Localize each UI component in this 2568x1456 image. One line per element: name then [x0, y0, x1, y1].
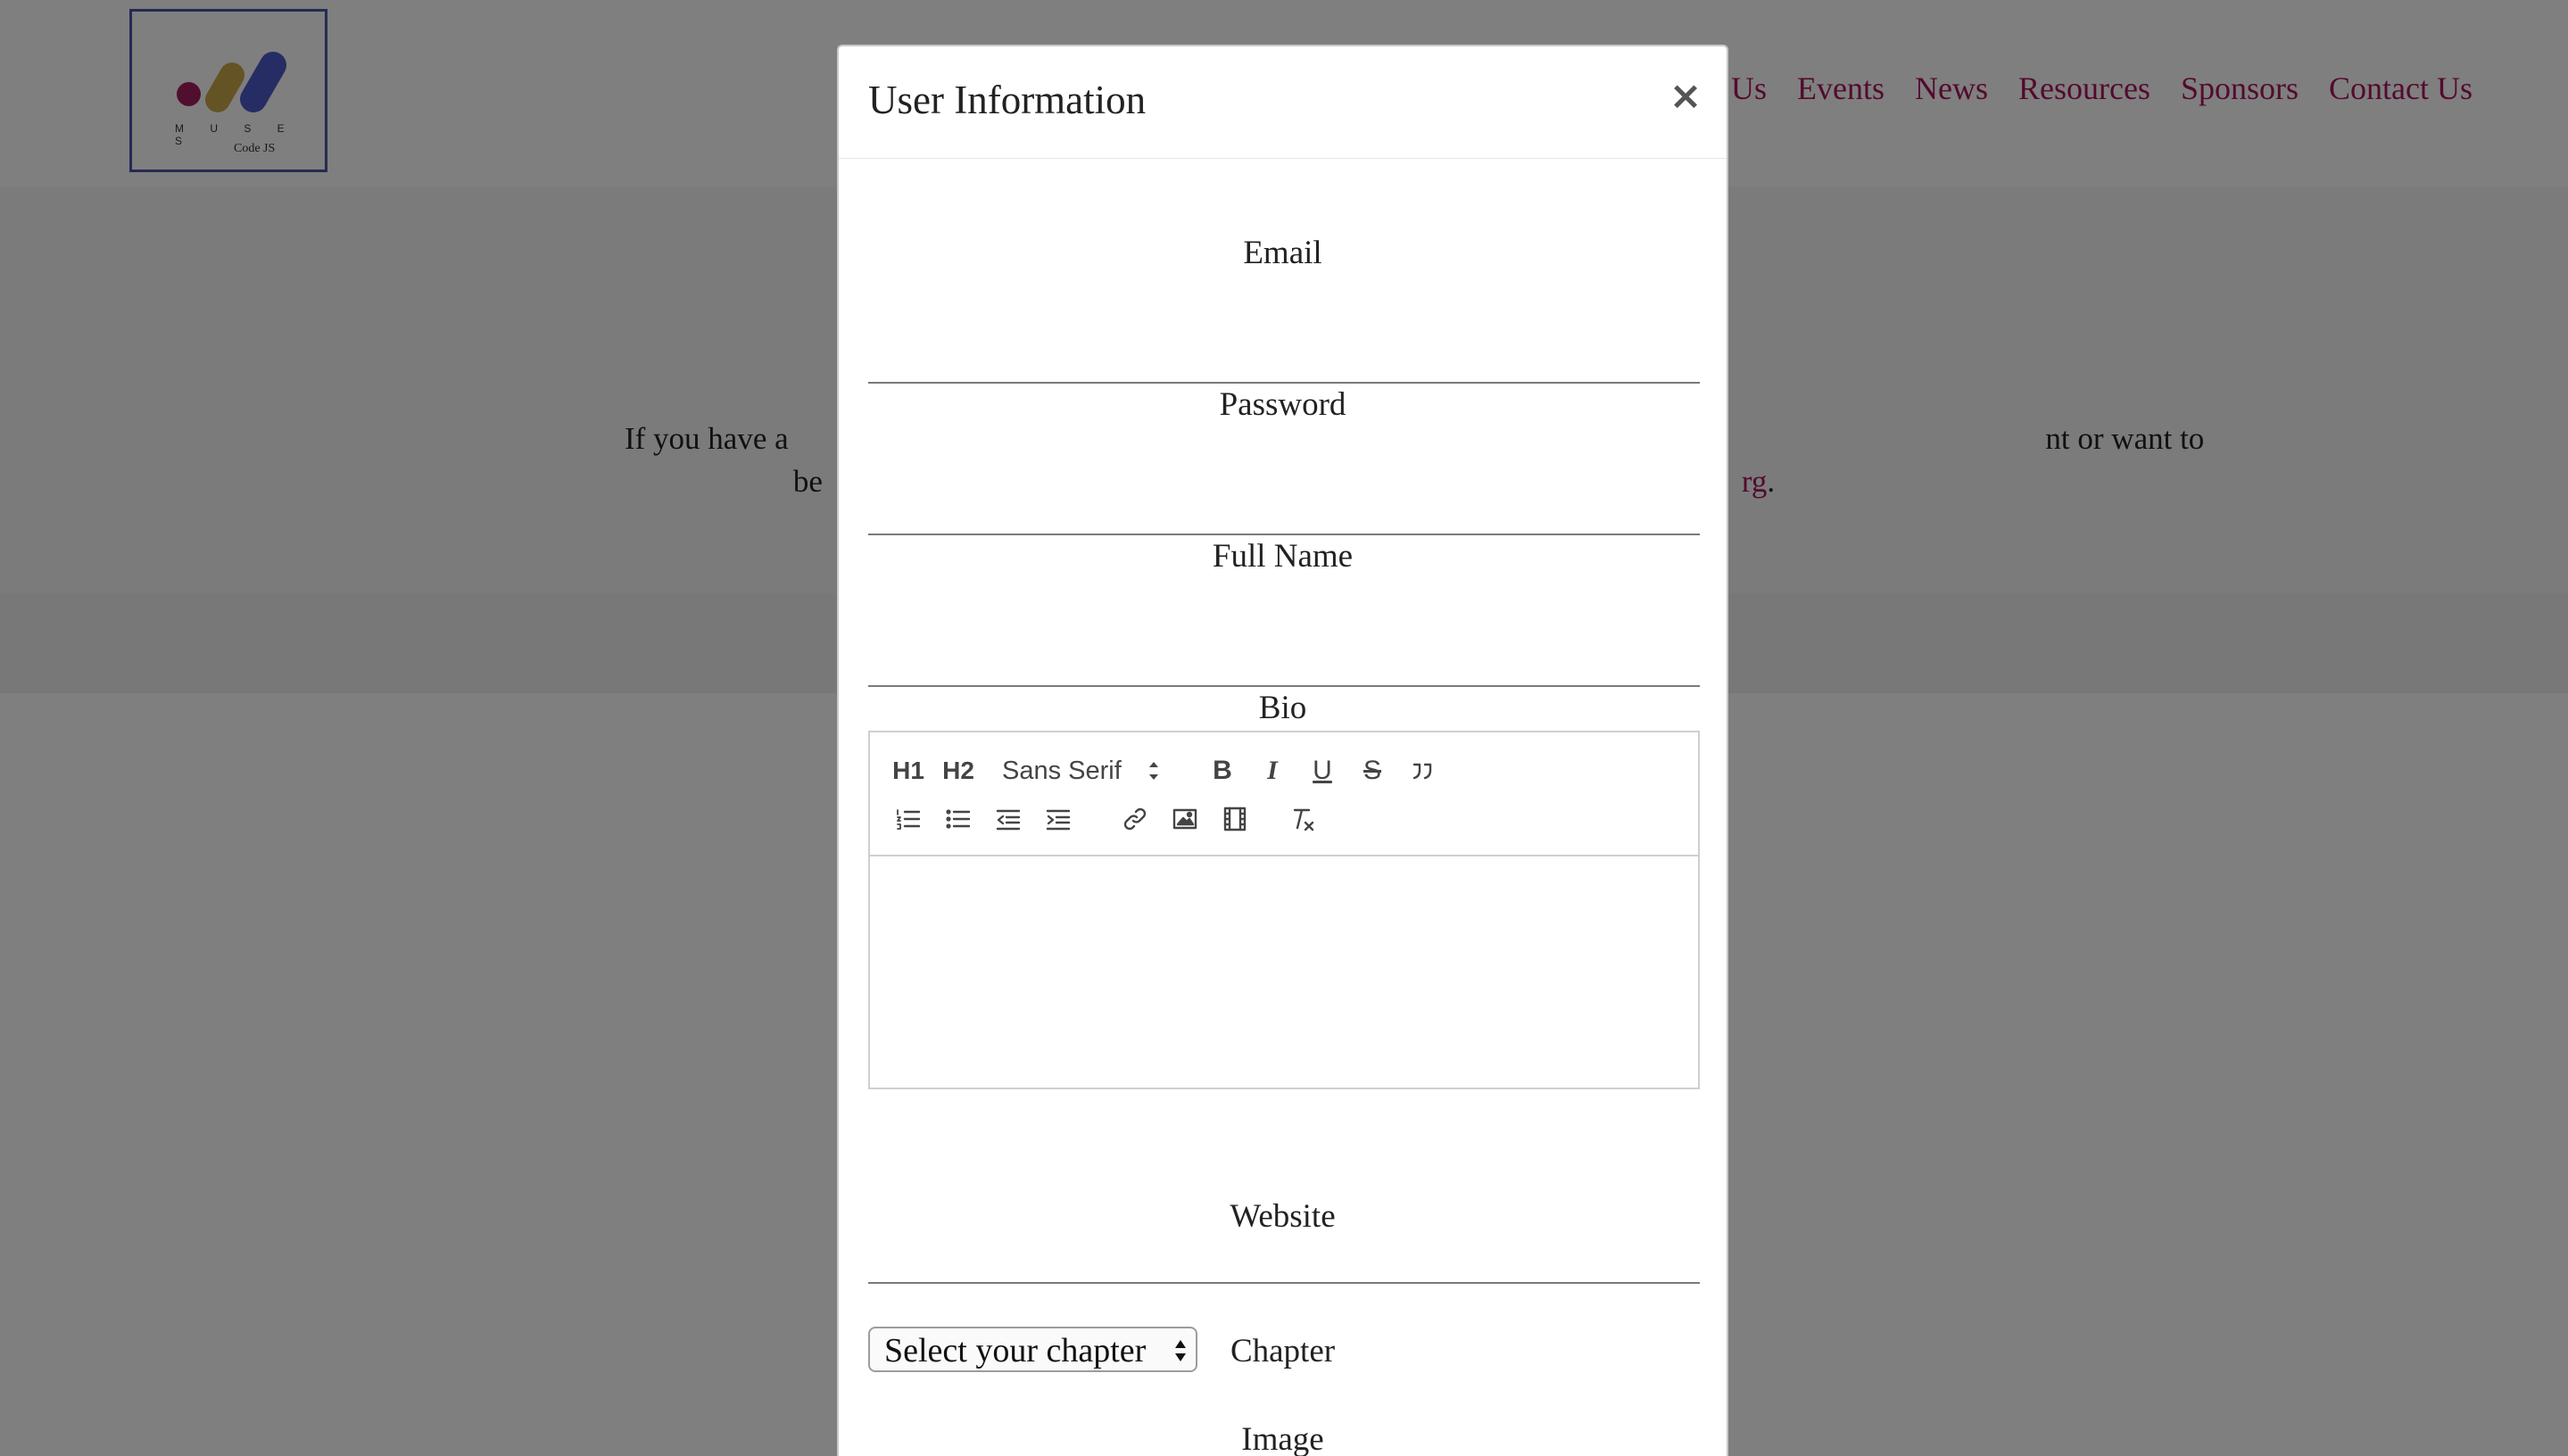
clear-format-icon[interactable] — [1284, 800, 1321, 838]
bio-label: Bio — [1258, 690, 1307, 726]
outdent-icon[interactable] — [990, 800, 1027, 838]
image-icon[interactable] — [1166, 800, 1204, 838]
password-label: Password — [1219, 386, 1346, 423]
website-label: Website — [1230, 1198, 1336, 1235]
full-name-label: Full Name — [1212, 538, 1354, 575]
link-icon[interactable] — [1116, 800, 1154, 838]
video-icon[interactable] — [1216, 800, 1254, 838]
select-arrows-icon — [1175, 1340, 1186, 1361]
font-family-picker[interactable]: Sans Serif — [1002, 752, 1180, 790]
email-label: Email — [1243, 235, 1322, 271]
italic-icon[interactable]: I — [1254, 752, 1291, 790]
bullet-list-icon[interactable] — [940, 800, 977, 838]
bio-rich-text-editor: H1 H2 Sans Serif B I U S — [868, 731, 1700, 1089]
email-field[interactable] — [868, 343, 1700, 384]
bold-icon[interactable]: B — [1204, 752, 1241, 790]
ordered-list-icon[interactable] — [890, 800, 927, 838]
chapter-select[interactable]: Select your chapter — [868, 1327, 1197, 1372]
picker-arrows-icon — [1149, 762, 1158, 780]
blockquote-icon[interactable] — [1404, 752, 1441, 790]
modal-title: User Information — [868, 78, 1147, 122]
font-family-value: Sans Serif — [1002, 756, 1122, 785]
editor-toolbar: H1 H2 Sans Serif B I U S — [870, 732, 1698, 856]
heading-2-icon[interactable]: H2 — [940, 752, 977, 790]
bio-editor-content[interactable] — [870, 856, 1698, 1088]
close-button[interactable]: × — [1668, 77, 1703, 116]
heading-1-icon[interactable]: H1 — [890, 752, 927, 790]
password-field[interactable] — [868, 494, 1700, 535]
modal-header: User Information × — [839, 46, 1727, 159]
website-field[interactable] — [868, 1243, 1700, 1284]
chapter-select-value: Select your chapter — [884, 1332, 1147, 1369]
indent-icon[interactable] — [1040, 800, 1077, 838]
user-information-modal: User Information × Email Password Full N… — [837, 45, 1728, 1456]
underline-icon[interactable]: U — [1304, 752, 1341, 790]
strikethrough-icon[interactable]: S — [1354, 752, 1391, 790]
image-label: Image — [1241, 1421, 1324, 1456]
full-name-field[interactable] — [868, 646, 1700, 687]
